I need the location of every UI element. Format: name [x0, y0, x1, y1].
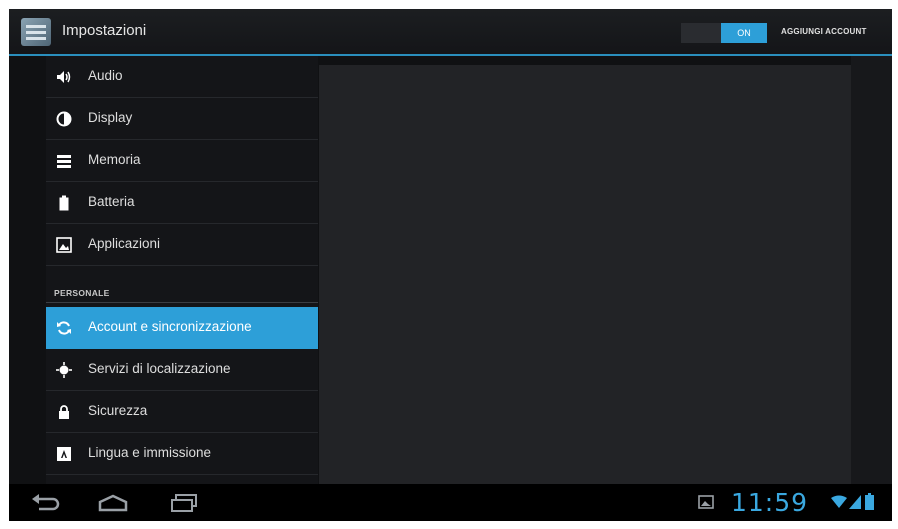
action-bar: Impostazioni ON AGGIUNGI ACCOUNT — [9, 9, 892, 56]
toggle-on-label: ON — [721, 23, 767, 43]
list-item-label: Memoria — [88, 152, 141, 167]
add-account-button[interactable]: AGGIUNGI ACCOUNT — [781, 27, 867, 36]
status-clock: 11:59 — [731, 488, 809, 517]
screenshot-notification-icon[interactable] — [698, 495, 714, 509]
right-edge-shadow — [851, 56, 892, 484]
recent-apps-icon[interactable] — [169, 493, 199, 513]
lock-icon — [59, 405, 69, 419]
back-icon[interactable] — [31, 493, 61, 513]
list-item-label: Servizi di localizzazione — [88, 361, 231, 376]
page-title: Impostazioni — [62, 22, 147, 39]
list-item-lingua[interactable]: Lingua e immissione — [46, 433, 318, 475]
brightness-icon — [56, 111, 72, 127]
settings-app-icon[interactable] — [21, 18, 51, 46]
wifi-icon — [831, 495, 847, 508]
list-item-label: Batteria — [88, 194, 135, 209]
list-item-batteria[interactable]: Batteria — [46, 182, 318, 224]
battery-status-icon — [865, 493, 874, 510]
list-item-account-sync[interactable]: Account e sincronizzazione — [46, 307, 318, 349]
list-item-label: Applicazioni — [88, 236, 161, 251]
battery-icon — [59, 195, 69, 211]
location-icon — [56, 362, 72, 378]
home-icon[interactable] — [97, 493, 129, 513]
list-item-sicurezza[interactable]: Sicurezza — [46, 391, 318, 433]
detail-pane — [319, 65, 851, 484]
list-item-memoria[interactable]: Memoria — [46, 140, 318, 182]
list-item-localizzazione[interactable]: Servizi di localizzazione — [46, 349, 318, 391]
navigation-bar: 11:59 — [9, 484, 892, 521]
list-item-label: Sicurezza — [88, 403, 148, 418]
section-header-personale: PERSONALE — [54, 288, 110, 298]
list-item-label: Display — [88, 110, 133, 125]
signal-icon — [849, 495, 861, 509]
sync-icon — [57, 321, 71, 335]
list-item-label: Audio — [88, 68, 123, 83]
section-divider — [46, 302, 318, 303]
list-item-applicazioni[interactable]: Applicazioni — [46, 224, 318, 266]
keyboard-icon — [57, 447, 71, 461]
apps-icon — [56, 237, 72, 253]
list-item-display[interactable]: Display — [46, 98, 318, 140]
storage-icon — [57, 155, 71, 168]
list-item-partial[interactable] — [46, 475, 318, 484]
list-item-label: Account e sincronizzazione — [88, 319, 252, 334]
tablet-screen: Impostazioni ON AGGIUNGI ACCOUNT Audio D… — [9, 9, 892, 521]
list-item-label: Lingua e immissione — [88, 445, 212, 460]
account-sync-toggle[interactable]: ON — [681, 23, 767, 43]
speaker-icon — [57, 71, 71, 83]
settings-list: Audio Display Memoria Batteria Applicazi… — [46, 56, 318, 484]
list-item-audio[interactable]: Audio — [46, 56, 318, 98]
